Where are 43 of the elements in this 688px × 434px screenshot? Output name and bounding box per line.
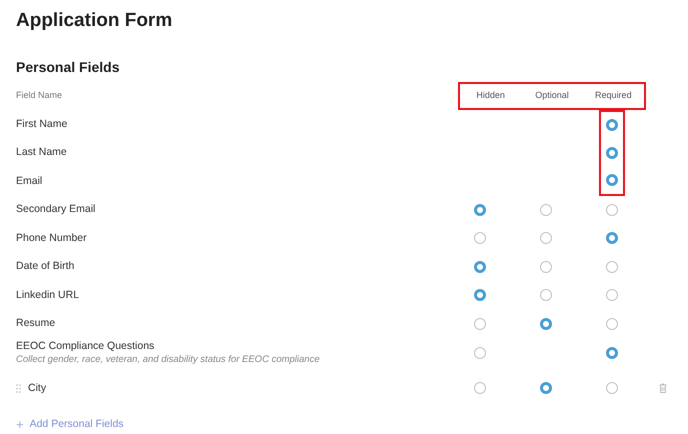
radio-button[interactable]	[474, 382, 486, 394]
field-name: Date of Birth	[16, 260, 74, 274]
radio-button[interactable]	[474, 204, 486, 216]
field-name: Phone Number	[16, 232, 87, 245]
column-heading: Field Name	[16, 89, 64, 102]
drag-handle-icon[interactable]	[16, 384, 21, 393]
radio-button[interactable]	[540, 260, 552, 273]
field-name: Last Name	[16, 146, 67, 160]
radio-button[interactable]	[606, 119, 618, 132]
radio-button[interactable]	[606, 347, 618, 359]
field-name: First Name	[16, 118, 68, 131]
radio-button[interactable]	[606, 289, 618, 302]
radio-button[interactable]	[474, 260, 486, 273]
add-field-button[interactable]: + Add Personal Fields	[16, 416, 124, 432]
column-heading: Required	[595, 89, 632, 102]
field-name: City	[28, 382, 46, 395]
radio-button[interactable]	[606, 146, 618, 159]
field-name: Secondary Email	[16, 203, 96, 216]
field-name: EEOC Compliance Questions	[16, 340, 154, 353]
radio-button[interactable]	[606, 174, 618, 186]
column-heading: Optional	[535, 89, 569, 102]
column-heading: Hidden	[476, 89, 505, 102]
field-name: Email	[16, 174, 42, 188]
radio-button[interactable]	[474, 347, 486, 359]
radio-button[interactable]	[540, 382, 552, 394]
field-name: Resume	[16, 317, 56, 330]
radio-button[interactable]	[606, 204, 618, 216]
radio-button[interactable]	[540, 318, 552, 330]
radio-button[interactable]	[606, 232, 618, 244]
trash-icon[interactable]	[659, 383, 667, 394]
radio-button[interactable]	[606, 318, 618, 330]
section-title: Personal Fields	[16, 58, 120, 76]
radio-button[interactable]	[540, 289, 552, 302]
radio-button[interactable]	[540, 204, 552, 216]
field-name: Linkedin URL	[16, 288, 80, 302]
radio-button[interactable]	[606, 260, 618, 273]
field-description: Collect gender, race, veteran, and disability status for EEOC compliance	[16, 353, 320, 366]
radio-button[interactable]	[540, 232, 552, 244]
radio-button[interactable]	[474, 318, 486, 330]
page-title: Application Form	[16, 9, 172, 33]
radio-button[interactable]	[474, 289, 486, 302]
radio-button[interactable]	[606, 382, 618, 394]
radio-button[interactable]	[474, 232, 486, 244]
